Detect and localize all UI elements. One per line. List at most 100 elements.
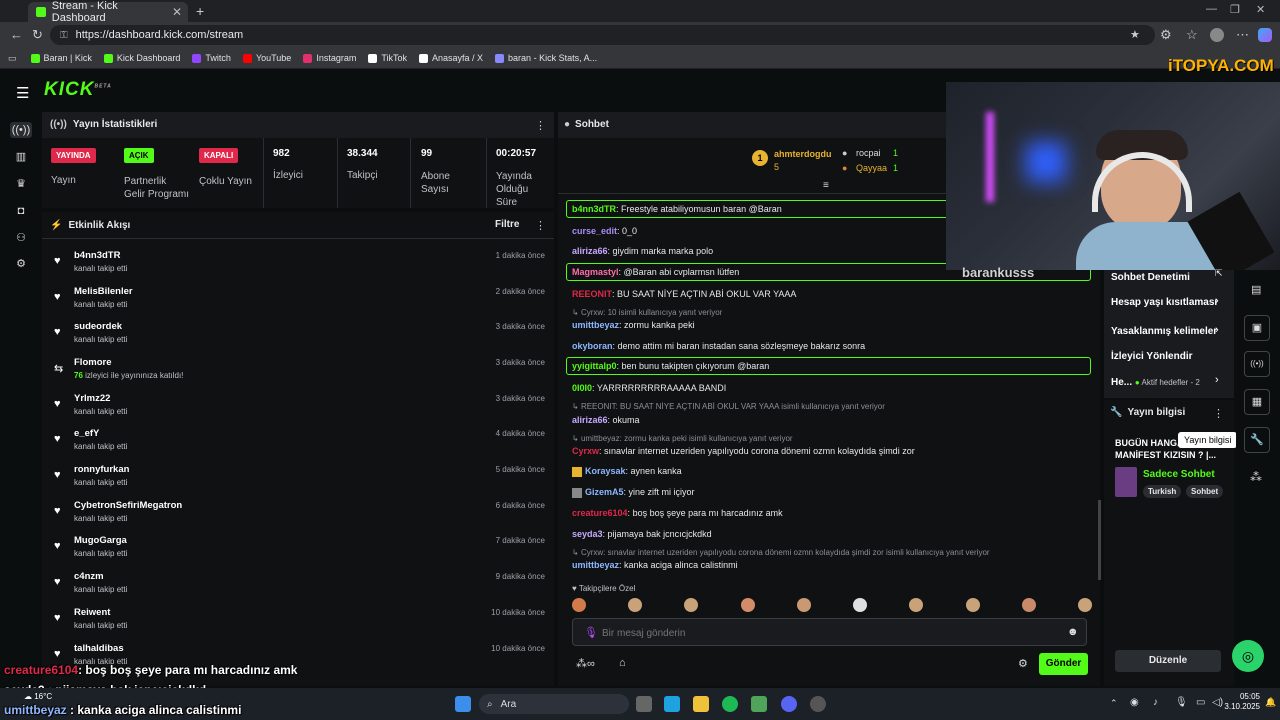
chat-username[interactable]: umittbeyaz (572, 560, 619, 570)
activity-user[interactable]: Flomore (74, 357, 111, 368)
pinned-toggle-icon[interactable]: ≡ (823, 180, 829, 191)
taskbar-search[interactable]: ⌕ Ara (479, 694, 629, 714)
emote-icon[interactable] (740, 598, 755, 612)
activity-user[interactable]: Yrlmz22 (74, 393, 110, 404)
notifications-icon[interactable]: 🔔 (1265, 697, 1276, 708)
chat-input[interactable] (600, 622, 1044, 644)
more-menu-icon[interactable]: ⋯ (1236, 27, 1249, 43)
obs-icon[interactable] (810, 696, 826, 712)
file-explorer-icon[interactable] (693, 696, 709, 712)
external-link-icon[interactable]: ⇱ (1215, 268, 1223, 279)
close-tab-icon[interactable]: ✕ (172, 5, 182, 19)
chat-moderation-link[interactable]: Sohbet Denetimi (1111, 272, 1190, 283)
chat-username[interactable]: Cyrxw (572, 446, 599, 456)
chat-username[interactable]: Magmastyl (572, 267, 619, 277)
chat-username[interactable]: yyigittalp0 (572, 361, 617, 371)
goals-link[interactable]: He... ● Aktif hedefler - 2 (1111, 377, 1200, 388)
trophy-icon[interactable]: ♛ (13, 176, 29, 192)
maximize-icon[interactable]: ❐ (1230, 3, 1240, 16)
tag-sohbet[interactable]: Sohbet (1186, 485, 1224, 498)
copilot-icon[interactable] (1258, 28, 1272, 42)
activity-user[interactable]: Reiwent (74, 607, 110, 618)
chat-username[interactable]: umittbeyaz (572, 320, 619, 330)
wrench-icon[interactable]: 🔧 (1244, 427, 1270, 453)
edge-icon[interactable] (664, 696, 680, 712)
host-redirect-link[interactable]: İzleyici Yönlendir (1111, 351, 1193, 362)
tray-audio-icon[interactable]: ♪ (1153, 697, 1158, 708)
reload-icon[interactable]: ↻ (32, 27, 43, 43)
analytics-icon[interactable]: ▥ (13, 149, 29, 165)
bookmark-instagram[interactable]: Instagram (303, 53, 356, 63)
microphone-icon[interactable]: 🎙 (584, 626, 598, 639)
support-chat-icon[interactable]: ◎ (1232, 640, 1264, 672)
leader-first-name[interactable]: ahmterdogdu (774, 149, 832, 159)
collections-icon[interactable]: ☆ (1186, 27, 1198, 43)
bookmark-twitch[interactable]: Twitch (192, 53, 231, 63)
bookmark-folder-icon[interactable]: ▭ (8, 53, 17, 64)
settings-icon[interactable]: ⚙ (13, 256, 29, 272)
chat-username[interactable]: Koraysak (585, 466, 626, 476)
chat-username[interactable]: creature6104 (572, 508, 628, 518)
stream-broadcast-icon[interactable]: ((•)) (10, 122, 32, 138)
activity-user[interactable]: b4nn3dTR (74, 250, 120, 261)
banned-words-link[interactable]: Yasaklanmış kelimeler (1111, 326, 1217, 337)
site-info-icon[interactable]: ⚿ (60, 30, 68, 41)
close-window-icon[interactable]: ✕ (1256, 3, 1265, 16)
store-icon[interactable]: ⌂ (619, 657, 626, 669)
kick-points-icon[interactable]: ⁂∞ (576, 657, 595, 670)
bookmark-baran-kick[interactable]: Baran | Kick (30, 53, 92, 63)
url-field[interactable]: ⚿ https://dashboard.kick.com/stream (50, 25, 1155, 45)
spotify-icon[interactable] (722, 696, 738, 712)
tray-chevron-icon[interactable]: ⌃ (1110, 698, 1118, 709)
bookmark-kick-stats[interactable]: baran - Kick Stats, A... (495, 53, 597, 63)
app-icon[interactable] (751, 696, 767, 712)
bookmark-x[interactable]: Anasayfa / X (419, 53, 483, 63)
tag-turkish[interactable]: Turkish (1143, 485, 1182, 498)
activity-user[interactable]: sudeordek (74, 321, 122, 332)
leader-third-name[interactable]: Qayyaa (856, 163, 887, 173)
tray-app-icon[interactable]: ◉ (1130, 697, 1139, 708)
emoji-icon[interactable]: ☻ (1067, 626, 1079, 638)
bookmark-kick-dashboard[interactable]: Kick Dashboard (103, 53, 180, 63)
weather-widget[interactable]: ☁ 16°C (24, 692, 52, 701)
activity-user[interactable]: MelisBilenler (74, 286, 133, 297)
points-icon[interactable]: ⁂ (1250, 470, 1262, 484)
chat-username[interactable]: curse_edit (572, 226, 617, 236)
tray-network-icon[interactable]: ▭ (1196, 697, 1205, 708)
task-view-icon[interactable] (636, 696, 652, 712)
tray-mic-icon[interactable]: 🎙 (1175, 697, 1188, 708)
chat-username[interactable]: REEONIT (572, 289, 612, 299)
chat-username[interactable]: b4nn3dTR (572, 204, 616, 214)
emote-icon[interactable] (796, 598, 811, 612)
profile-avatar[interactable] (1210, 28, 1224, 42)
chat-username[interactable]: aliriza66 (572, 415, 608, 425)
emote-icon[interactable] (1077, 598, 1092, 612)
bookmark-youtube[interactable]: YouTube (242, 53, 291, 63)
camera-icon[interactable]: ◘ (13, 203, 29, 219)
chat-scrollbar[interactable] (1098, 500, 1101, 580)
account-age-link[interactable]: Hesap yaşı kısıtlaması (1111, 297, 1217, 308)
hamburger-menu-icon[interactable]: ☰ (16, 84, 29, 102)
bookmark-tiktok[interactable]: TikTok (368, 53, 407, 63)
chat-username[interactable]: 0I0I0 (572, 383, 592, 393)
layout-icon[interactable]: ▦ (1244, 389, 1270, 415)
kick-logo[interactable]: KICKBETA (44, 79, 112, 101)
clock[interactable]: 05:05 3.10.2025 (1220, 692, 1260, 712)
extensions-icon[interactable]: ⚙ (1160, 27, 1172, 43)
activity-more-icon[interactable]: ⋮ (535, 219, 546, 232)
emote-icon[interactable] (628, 598, 643, 612)
activity-user[interactable]: talhaldibas (74, 643, 124, 654)
emote-icon[interactable] (684, 598, 699, 612)
discord-icon[interactable] (781, 696, 797, 712)
chat-popout-icon[interactable]: ▣ (1244, 315, 1270, 341)
broadcast-settings-icon[interactable]: ((•)) (1244, 351, 1270, 377)
notes-icon[interactable]: ▤ (1251, 283, 1261, 296)
filter-button[interactable]: Filtre (495, 219, 519, 230)
chat-settings-icon[interactable]: ⚙ (1018, 657, 1028, 670)
emote-icon[interactable] (1021, 598, 1036, 612)
back-icon[interactable]: ← (10, 27, 23, 42)
users-icon[interactable]: ⚇ (13, 230, 29, 246)
browser-tab[interactable]: Stream - Kick Dashboard ✕ (28, 0, 188, 24)
activity-user[interactable]: e_efY (74, 428, 99, 439)
emote-icon[interactable] (965, 598, 980, 612)
